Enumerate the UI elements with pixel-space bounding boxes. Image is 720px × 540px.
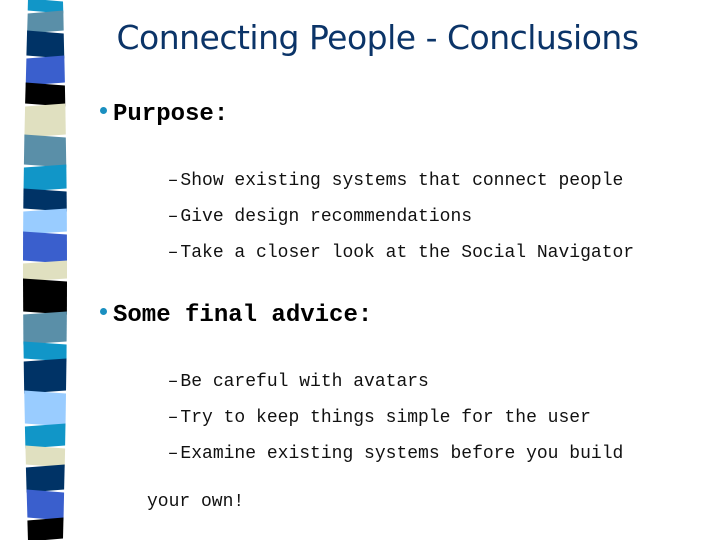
stripe-segment: [24, 390, 66, 427]
stripe-segment: [23, 188, 67, 212]
stripe-segment: [25, 55, 65, 86]
bullet-dot-icon: [100, 308, 107, 316]
section-heading-final-advice: Some final advice:: [100, 302, 372, 329]
section-heading-purpose: Purpose:: [100, 101, 228, 128]
stripe-segment: [26, 489, 65, 521]
slide-title: Connecting People - Conclusions: [116, 18, 639, 57]
dash-icon: –: [167, 444, 179, 464]
stripe-segment: [24, 103, 66, 138]
stripe-segment: [23, 164, 67, 192]
stripe-segment: [23, 260, 67, 282]
stripe-segment: [23, 231, 67, 264]
stripe-segment: [23, 358, 67, 394]
stripe-segment: [23, 134, 67, 168]
stripe-segment: [24, 423, 66, 449]
stripe-segment: [27, 517, 64, 540]
heading-text: Purpose:: [113, 101, 229, 128]
list-item: – Take a closer look at the Social Naviga…: [167, 243, 635, 263]
bullet-dot-icon: [100, 107, 107, 115]
stripe-segment: [23, 311, 67, 345]
stripe-segment: [25, 82, 66, 107]
dash-icon: –: [167, 243, 179, 263]
heading-text: Some final advice:: [113, 302, 373, 329]
list-item: – Examine existing systems before you bui…: [147, 444, 624, 512]
stripe-segment: [25, 464, 65, 493]
stripe-segment: [23, 278, 67, 315]
list-item-continuation: your own!: [147, 492, 245, 512]
stripe-segment: [25, 445, 66, 468]
stripe-segment: [23, 208, 67, 235]
decorative-color-stripe: [23, 0, 67, 540]
stripe-segment: [23, 341, 67, 362]
